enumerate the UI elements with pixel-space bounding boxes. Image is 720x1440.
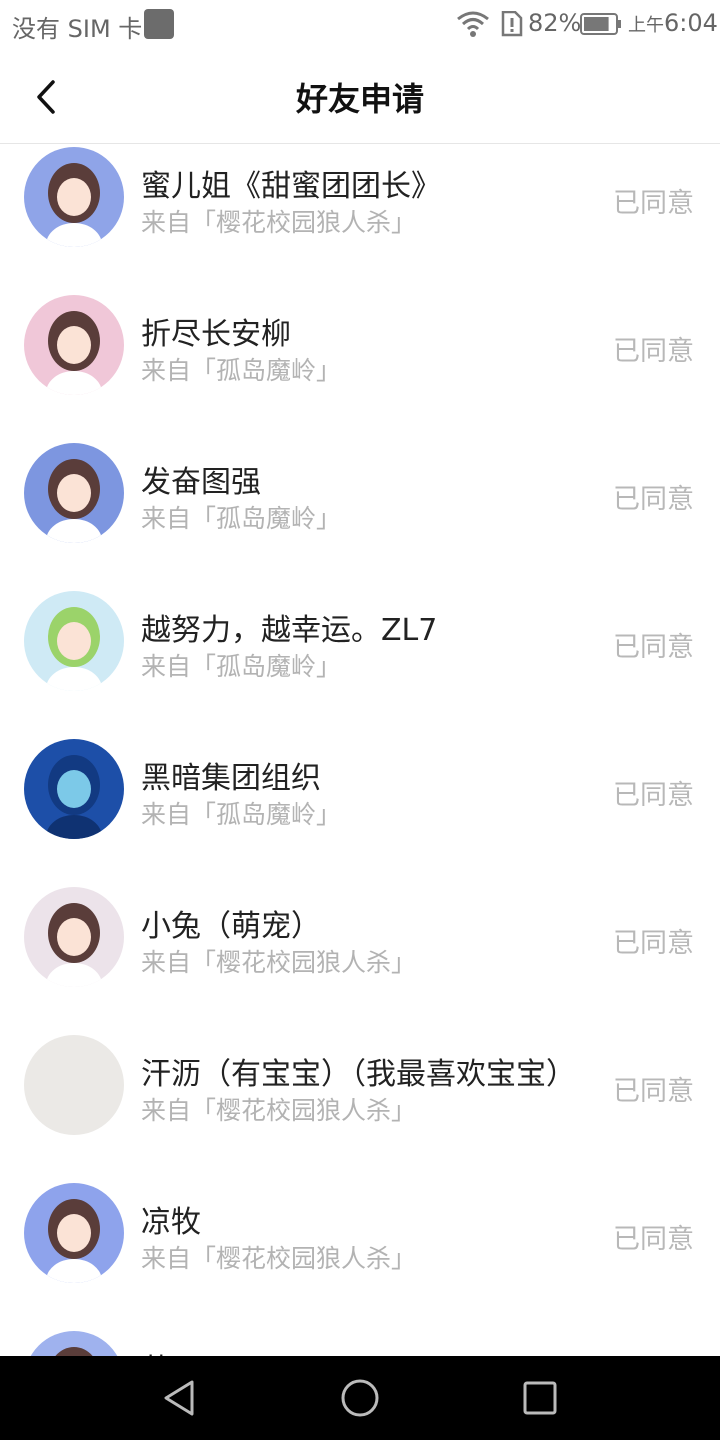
requester-name: 折尽长安柳 <box>141 317 291 352</box>
clock-period: 上午 <box>628 15 664 36</box>
friend-request-item[interactable]: 发奋图强来自「孤岛魔岭」 已同意 <box>0 443 720 591</box>
status-accepted-label: 已同意 <box>613 1224 694 1255</box>
avatar[interactable] <box>24 443 124 543</box>
back-triangle-icon[interactable] <box>158 1376 202 1420</box>
request-source: 来自「孤岛魔岭」 <box>141 800 342 829</box>
status-accepted-label: 已同意 <box>613 780 694 811</box>
system-nav-bar <box>0 1356 720 1440</box>
requester-name: 越努力，越幸运。ZL7 <box>141 613 438 648</box>
request-source: 来自「樱花校园狼人杀」 <box>141 208 417 237</box>
avatar[interactable] <box>24 1035 124 1135</box>
avatar[interactable] <box>24 739 124 839</box>
app-header: 好友申请 <box>0 50 720 144</box>
requester-name: 汗沥（有宝宝）（我最喜欢宝宝） <box>141 1057 576 1092</box>
status-accepted-label: 已同意 <box>613 188 694 219</box>
friend-request-item[interactable]: 莫凡 <box>0 1331 720 1356</box>
avatar-image <box>24 1331 124 1356</box>
avatar[interactable] <box>24 591 124 691</box>
avatar[interactable] <box>24 295 124 395</box>
friend-request-item[interactable]: 小兔（萌宠） 来自「樱花校园狼人杀」 已同意 <box>0 887 720 1035</box>
status-accepted-label: 已同意 <box>613 484 694 515</box>
avatar-image <box>24 591 124 691</box>
friend-request-item[interactable]: 黑暗集团组织来自「孤岛魔岭」 已同意 <box>0 739 720 887</box>
carrier-label: 没有 SIM 卡 <box>12 15 143 43</box>
home-circle-icon[interactable] <box>338 1376 382 1420</box>
request-source: 来自「樱花校园狼人杀」 <box>141 948 417 977</box>
status-accepted-label: 已同意 <box>613 632 694 663</box>
avatar[interactable] <box>24 887 124 987</box>
alert-icon <box>501 11 523 37</box>
request-source: 来自「樱花校园狼人杀」 <box>141 1244 417 1273</box>
avatar-image <box>24 1035 124 1135</box>
clock: 上午6:04 <box>628 9 718 37</box>
avatar[interactable] <box>24 147 124 247</box>
avatar-image <box>24 887 124 987</box>
requester-name: 蜜儿姐《甜蜜团团长》 <box>141 169 441 204</box>
wifi-icon <box>457 11 489 37</box>
status-accepted-label: 已同意 <box>613 928 694 959</box>
avatar-image <box>24 147 124 247</box>
requester-name: 凉牧 <box>141 1205 201 1240</box>
request-source: 来自「孤岛魔岭」 <box>141 504 342 533</box>
friend-request-list[interactable]: 蜜儿姐《甜蜜团团长》 来自「樱花校园狼人杀」 已同意 折尽长安柳 来自「孤岛魔岭」 已同意… <box>0 145 720 1356</box>
request-source: 来自「樱花校园狼人杀」 <box>141 1096 417 1125</box>
status-bar: 没有 SIM 卡 82% 上午6:04 <box>0 0 720 50</box>
friend-request-item[interactable]: 汗沥（有宝宝）（我最喜欢宝宝） 来自「樱花校园狼人杀」 已同意 <box>0 1035 720 1183</box>
status-accepted-label: 已同意 <box>613 336 694 367</box>
clock-time: 6:04 <box>664 9 718 37</box>
avatar[interactable] <box>24 1183 124 1283</box>
friend-request-item[interactable]: 折尽长安柳来自「孤岛魔岭」 已同意 <box>0 295 720 443</box>
battery-percent: 82% <box>528 9 582 37</box>
requester-name: 莫凡 <box>141 1345 201 1356</box>
friend-request-item[interactable]: 蜜儿姐《甜蜜团团长》来自「樱花校园狼人杀」 已同意 <box>0 147 720 295</box>
request-source: 来自「孤岛魔岭」 <box>141 652 342 681</box>
page-title: 好友申请 <box>295 80 424 118</box>
requester-name: 黑暗集团组织 <box>141 761 321 796</box>
requester-name: 发奋图强 <box>141 465 261 500</box>
avatar-image <box>24 295 124 395</box>
avatar-image <box>24 739 124 839</box>
friend-request-item[interactable]: 凉牧来自「樱花校园狼人杀」 已同意 <box>0 1183 720 1331</box>
status-accepted-label: 已同意 <box>613 1076 694 1107</box>
avatar-image <box>24 443 124 543</box>
recents-square-icon[interactable] <box>518 1376 562 1420</box>
avatar[interactable] <box>24 1331 124 1356</box>
friend-request-item[interactable]: 越努力，越幸运。ZL7 来自「孤岛魔岭」 已同意 <box>0 591 720 739</box>
sim-icon <box>144 9 174 39</box>
avatar-image <box>24 1183 124 1283</box>
battery-icon <box>580 13 621 35</box>
request-source: 来自「孤岛魔岭」 <box>141 356 342 385</box>
requester-name: 小兔（萌宠） <box>141 909 321 944</box>
